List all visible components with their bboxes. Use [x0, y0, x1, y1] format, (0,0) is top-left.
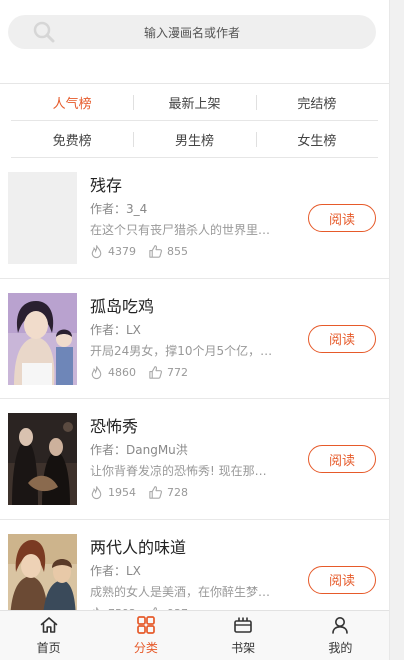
filter-completed[interactable]: 完结榜 — [255, 84, 378, 120]
book-stats: 1954 728 — [89, 485, 200, 500]
book-author: 作者：LX — [90, 563, 141, 578]
book-desc: 让你背脊发凉的恐怖秀! 现在那… — [90, 464, 267, 478]
tab-mine[interactable]: 我的 — [292, 611, 389, 660]
category-icon — [137, 616, 155, 634]
filter-newest[interactable]: 最新上架 — [133, 84, 255, 120]
book-author: 作者：LX — [90, 322, 141, 337]
fire-icon — [91, 245, 102, 259]
tab-label: 书架 — [231, 641, 256, 655]
thumbs-up-icon — [149, 365, 163, 379]
tab-category[interactable]: 分类 — [97, 611, 194, 660]
tab-home[interactable]: 首页 — [0, 611, 97, 660]
like-count: 728 — [167, 486, 188, 499]
book-title: 残存 — [90, 176, 123, 195]
hot-stat: 1954 — [89, 485, 136, 500]
filter-female[interactable]: 女生榜 — [255, 121, 378, 157]
hot-count: 1954 — [108, 486, 136, 499]
thumbs-up-icon — [149, 486, 163, 499]
book-stats: 4860 772 — [89, 365, 200, 380]
book-desc: 开局24男女，撑10个月5个亿，… — [90, 343, 273, 358]
like-stat: 772 — [148, 365, 188, 380]
user-icon — [332, 617, 349, 634]
page-scrollbar[interactable] — [389, 0, 404, 660]
list-item[interactable]: 残存 作者：3_4 在这个只有丧尸猎杀人的世界里… 4379 855 阅读 — [0, 158, 389, 279]
book-title: 孤岛吃鸡 — [90, 296, 155, 316]
book-title: 恐怖秀 — [90, 417, 139, 436]
search-placeholder: 输入漫画名或作者 — [143, 26, 240, 40]
thumbs-up-icon — [149, 245, 163, 258]
read-button[interactable]: 阅读 — [308, 204, 376, 232]
like-count: 772 — [167, 365, 188, 379]
tab-bookshelf[interactable]: 书架 — [195, 611, 292, 660]
bottom-tab-bar: 首页 分类 书架 我的 — [0, 610, 389, 660]
read-button[interactable]: 阅读 — [308, 445, 376, 473]
list-item[interactable]: 恐怖秀 作者：DangMu洪 让你背脊发凉的恐怖秀! 现在那… 1954 728… — [0, 399, 389, 520]
app-viewport: 输入漫画名或作者 人气榜 最新上架 完结榜 免费榜 男生榜 女生榜 残存 作者：… — [0, 0, 389, 660]
search-bar[interactable]: 输入漫画名或作者 — [8, 15, 376, 49]
read-button[interactable]: 阅读 — [308, 565, 376, 594]
book-title: 两代人的味道 — [90, 537, 187, 557]
cover-image[interactable] — [8, 292, 77, 385]
book-author: 作者：DangMu洪 — [90, 443, 188, 457]
bookshelf-icon — [234, 617, 252, 633]
home-icon — [40, 617, 57, 633]
hot-count: 4379 — [108, 245, 136, 258]
comic-list: 残存 作者：3_4 在这个只有丧尸猎杀人的世界里… 4379 855 阅读 孤岛… — [0, 158, 389, 640]
cover-placeholder[interactable] — [8, 172, 77, 264]
list-item[interactable]: 孤岛吃鸡 作者：LX 开局24男女，撑10个月5个亿，… 4860 772 阅读 — [0, 279, 389, 399]
cover-image[interactable] — [8, 413, 77, 505]
book-desc: 在这个只有丧尸猎杀人的世界里… — [90, 223, 271, 237]
filter-male[interactable]: 男生榜 — [133, 121, 255, 157]
book-desc: 成熟的女人是美酒，在你醉生梦… — [90, 584, 271, 599]
rank-filters: 人气榜 最新上架 完结榜 免费榜 男生榜 女生榜 — [0, 83, 389, 158]
filter-popular[interactable]: 人气榜 — [11, 84, 133, 120]
like-stat: 855 — [148, 244, 188, 259]
book-stats: 4379 855 — [89, 244, 200, 259]
fire-icon — [91, 486, 102, 500]
filter-row-2: 免费榜 男生榜 女生榜 — [11, 121, 378, 158]
filter-free[interactable]: 免费榜 — [11, 121, 133, 157]
fire-icon — [91, 365, 102, 379]
like-stat: 728 — [148, 485, 188, 500]
hot-count: 4860 — [108, 365, 136, 379]
read-button[interactable]: 阅读 — [308, 324, 376, 353]
hot-stat: 4860 — [89, 365, 136, 380]
book-author: 作者：3_4 — [90, 202, 148, 216]
filter-row-1: 人气榜 最新上架 完结榜 — [11, 84, 378, 121]
hot-stat: 4379 — [89, 244, 136, 259]
like-count: 855 — [167, 245, 188, 258]
tab-label: 分类 — [133, 641, 158, 655]
tab-label: 首页 — [36, 641, 61, 655]
tab-label: 我的 — [328, 641, 353, 655]
